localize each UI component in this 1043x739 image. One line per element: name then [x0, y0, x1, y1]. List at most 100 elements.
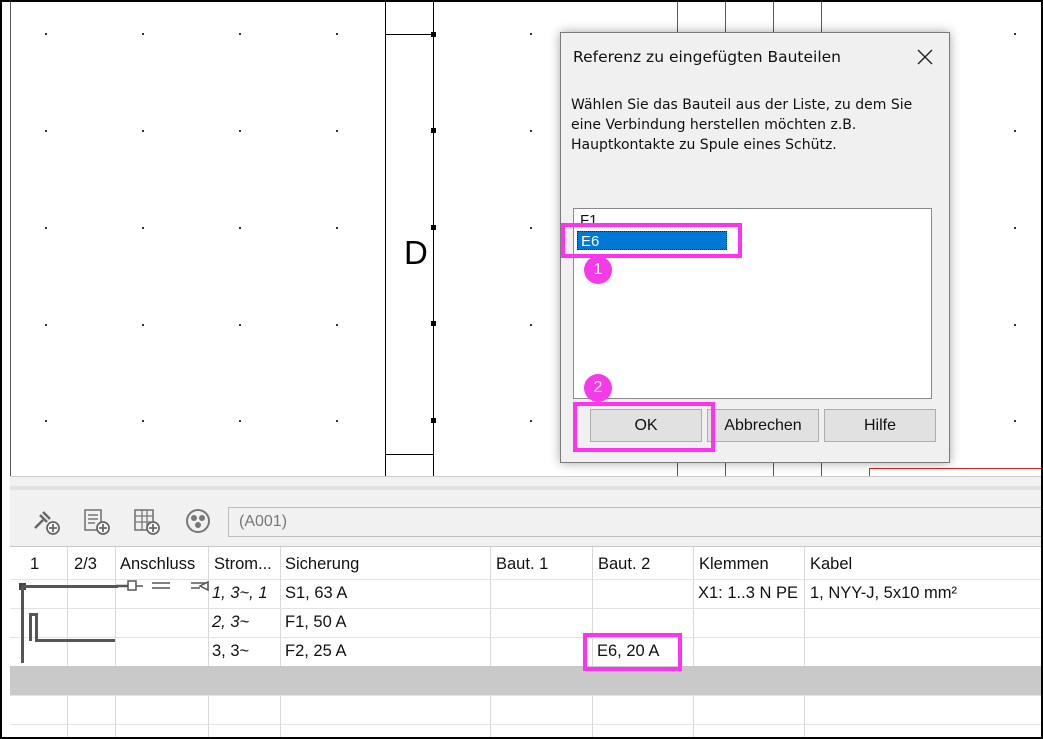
grid-dot [1014, 33, 1016, 35]
header-klemmen[interactable]: Klemmen [699, 555, 769, 574]
annotation-highlight-ok [573, 402, 715, 452]
grid-dot [1014, 130, 1016, 132]
grid-dot [142, 227, 144, 229]
tree-line [21, 587, 24, 663]
wire [773, 2, 774, 34]
grid-dot [530, 33, 532, 35]
grid-dot [1014, 420, 1016, 422]
wire [869, 468, 870, 476]
tree-line [22, 585, 118, 588]
circuit-icon[interactable] [182, 506, 214, 536]
grid-dot [239, 227, 241, 229]
row-divider [10, 724, 1041, 725]
cell-strom[interactable]: 1, 3~, 1 [212, 584, 268, 603]
grid-dot [336, 420, 338, 422]
header-col-2-3[interactable]: 2/3 [74, 555, 97, 574]
header-sicherung[interactable]: Sicherung [285, 555, 359, 574]
grid-dot [530, 130, 532, 132]
dialog-description: Wählen Sie das Bauteil aus der Liste, zu… [571, 97, 913, 153]
column-divider [67, 547, 68, 737]
row-divider [10, 637, 1041, 638]
grid-dot [45, 33, 47, 35]
wire [725, 2, 726, 34]
device-path-field[interactable]: (A001) [228, 507, 1041, 537]
cell-strom[interactable]: 2, 3~ [212, 613, 249, 632]
wire [677, 2, 678, 34]
grid-dot [45, 227, 47, 229]
row-divider [10, 695, 1041, 696]
app-window: D (A001) 1 2/3 Anschluss Strom... Sicher… [0, 0, 1043, 739]
frame-pin [431, 225, 436, 230]
header-baut-2[interactable]: Baut. 2 [598, 555, 650, 574]
frame-line-left [385, 2, 386, 476]
cell-sicherung[interactable]: S1, 63 A [285, 584, 347, 603]
column-divider [208, 547, 209, 737]
grid-dot [239, 324, 241, 326]
panel-splitter[interactable] [10, 476, 1041, 498]
grid-dot [45, 420, 47, 422]
sheet-add-icon[interactable] [80, 506, 112, 536]
dialog-title: Referenz zu eingefügten Bauteilen [573, 48, 842, 66]
help-button[interactable]: Hilfe [824, 409, 936, 442]
grid-add-icon[interactable] [130, 506, 162, 536]
column-divider [115, 547, 116, 737]
cell-sicherung[interactable]: F1, 50 A [285, 613, 346, 632]
connect-add-icon[interactable] [30, 506, 62, 536]
grid-dot [239, 130, 241, 132]
grid-dot [239, 33, 241, 35]
header-anschluss[interactable]: Anschluss [120, 555, 195, 574]
grid-dot [336, 33, 338, 35]
frame-pin [431, 32, 436, 37]
grid-dot [530, 227, 532, 229]
grid-dot [1014, 324, 1016, 326]
annotation-badge-2: 2 [584, 374, 612, 402]
header-col-1[interactable]: 1 [30, 555, 39, 574]
annotation-badge-1: 1 [584, 256, 612, 284]
wire [869, 468, 1041, 469]
header-kabel[interactable]: Kabel [810, 555, 852, 574]
grid-dot [45, 324, 47, 326]
frame-line-right [433, 2, 434, 476]
grid-dot [142, 130, 144, 132]
frame-pin [431, 418, 436, 423]
column-divider [490, 547, 491, 737]
grid-dot [336, 324, 338, 326]
cell-klemmen[interactable]: X1: 1..3 N PE [698, 584, 798, 603]
wire [821, 2, 822, 34]
grid-dot [530, 420, 532, 422]
cell-kabel[interactable]: 1, NYY-J, 5x10 mm² [810, 584, 957, 603]
cell-sicherung[interactable]: F2, 25 A [285, 642, 346, 661]
annotation-highlight-cell [583, 633, 682, 671]
grid-dot [142, 324, 144, 326]
grid-dot [336, 130, 338, 132]
grid-dot [142, 420, 144, 422]
frame-row-label: D [404, 234, 428, 271]
close-icon[interactable] [911, 43, 939, 71]
frame-pin [431, 128, 436, 133]
column-divider [280, 547, 281, 737]
terminal-symbol-icon [116, 580, 209, 592]
tree-line [29, 613, 32, 641]
distribution-toolbar: (A001) [10, 498, 1041, 546]
cell-strom[interactable]: 3, 3~ [212, 642, 249, 661]
row-divider [10, 608, 1041, 609]
grid-dot [336, 227, 338, 229]
distribution-grid: 1 2/3 Anschluss Strom... Sicherung Baut.… [10, 546, 1041, 737]
cancel-button[interactable]: Abbrechen [707, 409, 819, 442]
tree-line [35, 613, 38, 641]
header-strom[interactable]: Strom... [214, 555, 272, 574]
tree-line [35, 639, 115, 642]
column-divider [693, 547, 694, 737]
grid-dot [142, 33, 144, 35]
frame-divider-bottom [385, 454, 433, 455]
frame-pin [431, 321, 436, 326]
grid-dot [530, 324, 532, 326]
column-divider [804, 547, 805, 737]
table-row-selected[interactable] [10, 666, 1041, 695]
grid-dot [1014, 227, 1016, 229]
annotation-highlight-list-item [561, 223, 742, 258]
grid-dot [239, 420, 241, 422]
frame-divider-top [385, 34, 433, 35]
grid-dot [45, 130, 47, 132]
header-baut-1[interactable]: Baut. 1 [496, 555, 548, 574]
